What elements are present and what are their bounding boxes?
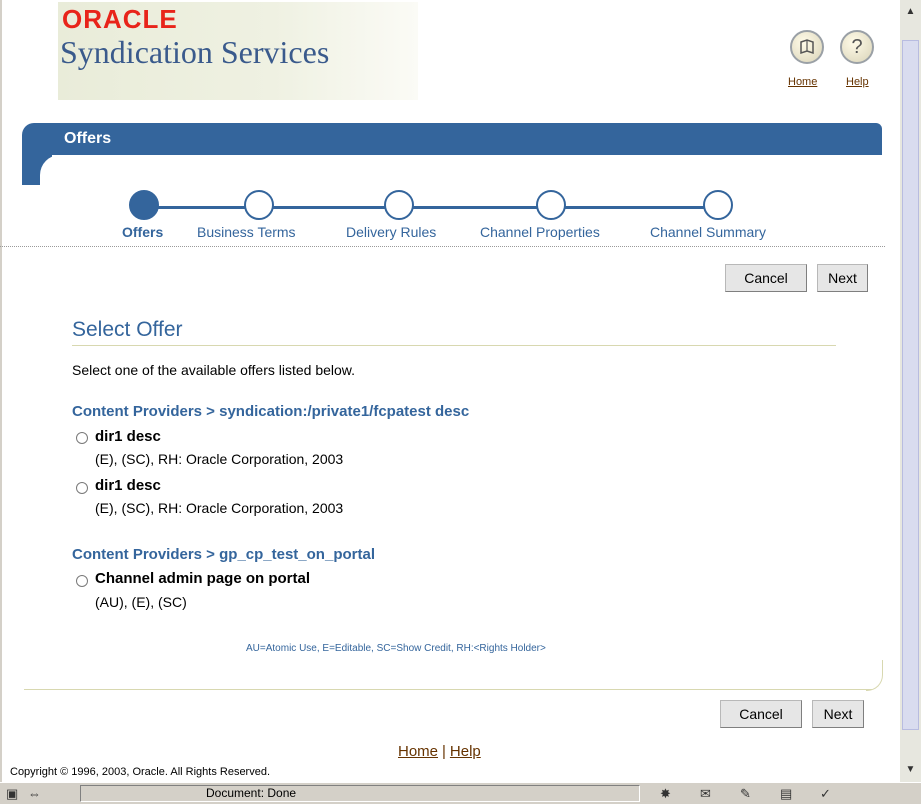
component-icon: ✸: [660, 786, 671, 801]
scroll-thumb[interactable]: [902, 40, 919, 730]
next-button-bottom[interactable]: Next: [812, 700, 864, 728]
offer-name: dir1 desc: [95, 477, 161, 494]
home-icon[interactable]: [790, 30, 824, 64]
title-bar-tail-cut: [40, 155, 80, 195]
scroll-down-icon[interactable]: ▼: [900, 760, 921, 778]
page-title-bar: Offers: [22, 123, 882, 155]
vertical-scrollbar[interactable]: ▲ ▼: [900, 0, 921, 782]
browser-content: ORACLE Syndication Services ? Home Help …: [0, 0, 900, 782]
home-link[interactable]: Home: [788, 76, 817, 88]
train-label-offers: Offers: [122, 224, 164, 240]
offer-detail: (E), (SC), RH: Oracle Corporation, 2003: [95, 500, 344, 516]
offer-name: dir1 desc: [95, 428, 161, 445]
window-edge: [0, 0, 2, 782]
group-header: Content Providers > syndication:/private…: [72, 403, 470, 420]
legend-text: AU=Atomic Use, E=Editable, SC=Show Credi…: [246, 643, 546, 654]
train-track: [150, 206, 716, 209]
train-stop-channel-properties[interactable]: [536, 190, 566, 220]
offer-radio[interactable]: [76, 432, 88, 444]
footer-separator: |: [442, 743, 446, 760]
train-label-delivery-rules[interactable]: Delivery Rules: [346, 224, 436, 240]
mail-icon: ✉: [700, 786, 711, 801]
train-stop-offers: [129, 190, 159, 220]
train-label-channel-summary[interactable]: Channel Summary: [650, 224, 766, 240]
train-divider: [0, 246, 885, 247]
page-title: Offers: [64, 130, 112, 147]
offer-name: Channel admin page on portal: [95, 570, 311, 587]
content-frame-curve: [866, 660, 883, 691]
copyright-text: Copyright © 1996, 2003, Oracle. All Righ…: [10, 766, 271, 778]
train-label-business-terms[interactable]: Business Terms: [197, 224, 296, 240]
next-button-top[interactable]: Next: [817, 264, 868, 292]
train-label-channel-properties[interactable]: Channel Properties: [480, 224, 600, 240]
status-bar: ▣ ⇔ Document: Done ✸ ✉ ✎ ▤ ✓: [0, 782, 921, 804]
security-icon: ✓: [820, 786, 831, 801]
app-title: Syndication Services: [60, 34, 330, 70]
oracle-logo: ORACLE: [62, 4, 178, 34]
offer-detail: (E), (SC), RH: Oracle Corporation, 2003: [95, 451, 344, 467]
footer-help-link[interactable]: Help: [450, 743, 481, 760]
footer-links: Home | Help: [398, 743, 481, 760]
content-frame-rule: [24, 689, 872, 690]
offer-radio[interactable]: [76, 482, 88, 494]
help-icon[interactable]: ?: [840, 30, 874, 64]
group-header: Content Providers > gp_cp_test_on_portal: [72, 546, 375, 563]
page-icon: ▣: [6, 786, 19, 801]
section-title: Select Offer: [72, 318, 183, 341]
help-link[interactable]: Help: [846, 76, 869, 88]
train-stop-channel-summary[interactable]: [703, 190, 733, 220]
scroll-up-icon[interactable]: ▲: [900, 2, 921, 20]
cancel-button-bottom[interactable]: Cancel: [720, 700, 802, 728]
footer-home-link[interactable]: Home: [398, 743, 438, 760]
address-book-icon: ▤: [780, 786, 793, 801]
offer-radio[interactable]: [76, 575, 88, 587]
train-stop-business-terms[interactable]: [244, 190, 274, 220]
section-rule: [72, 345, 836, 346]
status-pane: [80, 785, 640, 802]
cancel-button-top[interactable]: Cancel: [725, 264, 807, 292]
status-text: Document: Done: [206, 786, 297, 800]
train-stop-delivery-rules[interactable]: [384, 190, 414, 220]
instruction-text: Select one of the available offers liste…: [72, 362, 356, 378]
composer-icon: ✎: [740, 786, 751, 801]
connection-icon: ⇔: [28, 786, 41, 801]
offer-detail: (AU), (E), (SC): [95, 594, 187, 610]
